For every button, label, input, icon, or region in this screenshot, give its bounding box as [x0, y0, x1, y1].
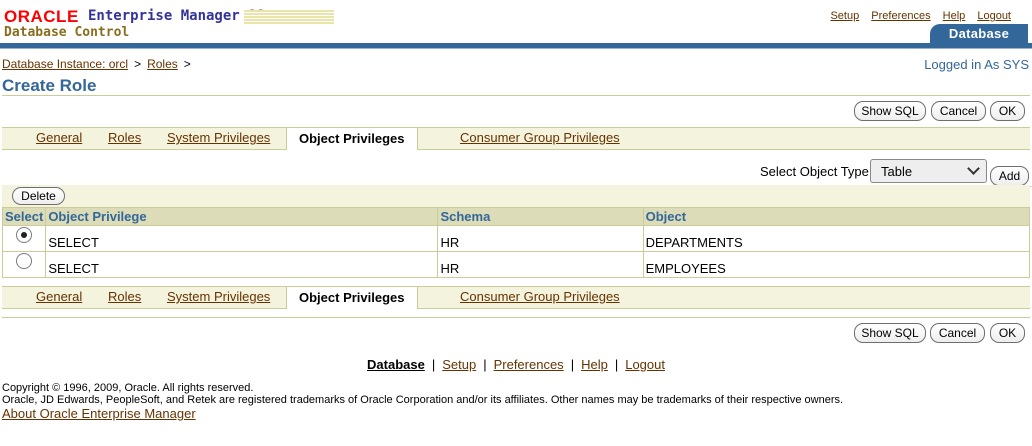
oracle-logo: ORACLE [4, 7, 79, 26]
object-type-value: Table [881, 164, 913, 179]
logged-in-status: Logged in As SYS [924, 57, 1029, 72]
tab-general[interactable]: General [36, 289, 82, 304]
footer-link-preferences[interactable]: Preferences [494, 357, 564, 372]
breadcrumb: Database Instance: orcl > Roles > [2, 57, 197, 71]
footer-link-setup[interactable]: Setup [442, 357, 476, 372]
schema-cell: HR [437, 225, 644, 252]
global-link-help[interactable]: Help [943, 10, 966, 22]
page-title: Create Role [2, 76, 97, 95]
tab-system-privileges[interactable]: System Privileges [167, 289, 270, 304]
object-type-select[interactable]: Table [870, 159, 987, 183]
cancel-button-bottom[interactable]: Cancel [930, 323, 985, 343]
object-type-label: Select Object Type [760, 164, 869, 179]
chevron-down-icon [967, 162, 980, 175]
footer-link-logout[interactable]: Logout [625, 357, 665, 372]
footer-link-help[interactable]: Help [581, 357, 608, 372]
privilege-cell: SELECT [45, 251, 439, 278]
breadcrumb-database-instance[interactable]: Database Instance: orcl [2, 57, 128, 71]
ok-button-top[interactable]: OK [990, 101, 1025, 121]
page-header: ORACLE Enterprise Manager 11g Database C… [0, 0, 1032, 52]
column-header-schema[interactable]: Schema [437, 207, 644, 226]
row-select-radio[interactable] [16, 226, 33, 243]
column-header-object-privilege[interactable]: Object Privilege [45, 207, 439, 226]
column-header-object[interactable]: Object [642, 207, 1031, 226]
row-select-radio[interactable] [16, 252, 33, 269]
about-link[interactable]: About Oracle Enterprise Manager [2, 406, 196, 421]
copyright-line: Copyright © 1996, 2009, Oracle. All righ… [2, 382, 254, 394]
global-links: Setup Preferences Help Logout [821, 10, 1011, 22]
tab-roles[interactable]: Roles [108, 130, 141, 145]
footer-separator: | [483, 357, 487, 372]
table-header-row: Select Object Privilege Schema Object [1, 207, 1031, 226]
breadcrumb-roles[interactable]: Roles [147, 57, 178, 71]
footer-separator: | [614, 357, 619, 372]
table-row: SELECT HR EMPLOYEES [1, 251, 1031, 278]
cancel-button-top[interactable]: Cancel [931, 101, 986, 121]
trademark-line: Oracle, JD Edwards, PeopleSoft, and Rete… [2, 394, 844, 406]
tab-bar-bottom: General Roles System Privileges Object P… [2, 286, 1030, 309]
tab-system-privileges[interactable]: System Privileges [167, 130, 270, 145]
footer-separator: | [431, 357, 436, 372]
subproduct-name: Database Control [4, 25, 130, 40]
tab-consumer-group-privileges[interactable]: Consumer Group Privileges [460, 130, 620, 145]
tab-roles[interactable]: Roles [108, 289, 141, 304]
global-link-preferences[interactable]: Preferences [871, 10, 930, 22]
footer-link-database[interactable]: Database [367, 357, 425, 372]
breadcrumb-separator: > [134, 57, 142, 71]
title-divider [2, 95, 1030, 96]
privilege-cell: SELECT [45, 225, 439, 252]
column-header-select: Select [1, 207, 47, 226]
logo-stripes-decoration [244, 10, 334, 24]
global-link-logout[interactable]: Logout [977, 10, 1011, 22]
tab-consumer-group-privileges[interactable]: Consumer Group Privileges [460, 289, 620, 304]
table-action-bar [2, 185, 1030, 207]
breadcrumb-separator: > [183, 57, 191, 71]
show-sql-button-bottom[interactable]: Show SQL [854, 323, 926, 343]
tab-bar-top: General Roles System Privileges Object P… [2, 127, 1030, 150]
show-sql-button-top[interactable]: Show SQL [854, 101, 926, 121]
footer-separator: | [570, 357, 575, 372]
select-cell [1, 251, 47, 278]
delete-button[interactable]: Delete [12, 187, 65, 205]
global-link-setup[interactable]: Setup [830, 10, 859, 22]
tab-database[interactable]: Database [930, 24, 1028, 44]
tab-general[interactable]: General [36, 130, 82, 145]
select-cell [1, 225, 47, 252]
copyright-text: Copyright © 1996, 2009, Oracle. All righ… [2, 382, 843, 406]
schema-cell: HR [437, 251, 644, 278]
footer-divider [2, 317, 1030, 318]
ok-button-bottom[interactable]: OK [990, 323, 1025, 343]
table-row: SELECT HR DEPARTMENTS [1, 225, 1031, 252]
object-cell: DEPARTMENTS [642, 225, 1031, 252]
tab-object-privileges[interactable]: Object Privileges [286, 127, 418, 150]
brand-bar [0, 43, 1032, 49]
object-cell: EMPLOYEES [642, 251, 1031, 278]
footer-links: Database | Setup | Preferences | Help | Logout [0, 357, 1032, 372]
object-privileges-table: Select Object Privilege Schema Object SE… [1, 207, 1031, 278]
tab-object-privileges[interactable]: Object Privileges [286, 286, 418, 309]
